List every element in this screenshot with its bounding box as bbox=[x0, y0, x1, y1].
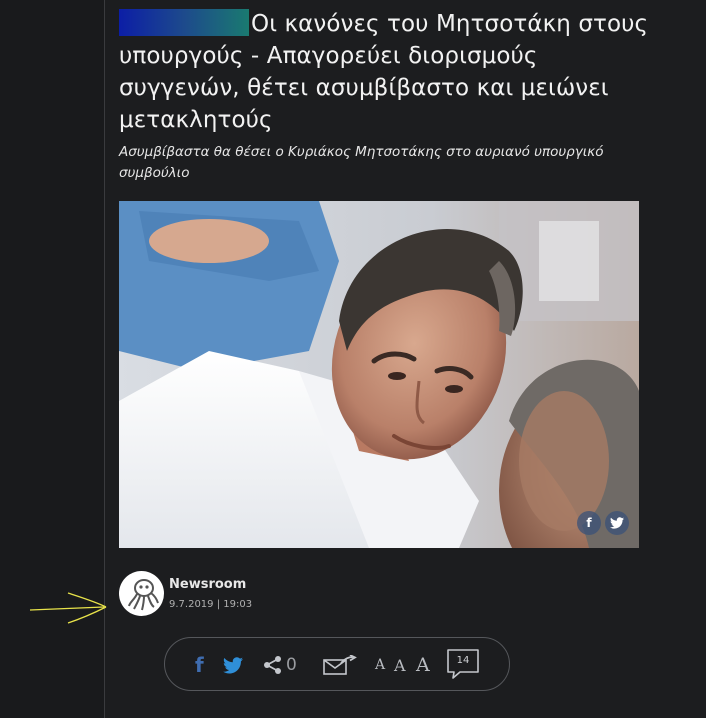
font-size-small-button[interactable]: A bbox=[375, 638, 385, 692]
twitter-bird-glyph bbox=[223, 656, 243, 673]
publish-date: 9.7.2019 | 19:03 bbox=[169, 599, 253, 610]
share-button[interactable]: 0 bbox=[263, 638, 297, 692]
article-photo[interactable]: f bbox=[119, 201, 639, 548]
author-name[interactable]: Newsroom bbox=[169, 576, 252, 594]
photo-share-buttons: f bbox=[577, 511, 629, 535]
octopus-avatar-icon bbox=[127, 578, 159, 610]
author-block: Newsroom 9.7.2019 | 19:03 bbox=[119, 571, 252, 616]
share-toolbar: f 0 A A A 14 bbox=[164, 637, 510, 691]
article-headline[interactable]: Οι κανόνες του Μητσοτάκη στους υπουργούς… bbox=[119, 8, 659, 136]
article-subtitle: Ασυμβίβαστα θα θέσει ο Κυριάκος Μητσοτάκ… bbox=[119, 144, 604, 181]
comments-button[interactable]: 14 bbox=[446, 648, 480, 680]
envelope-forward-icon bbox=[323, 655, 357, 675]
photo-facebook-share-icon[interactable]: f bbox=[577, 511, 601, 535]
redacted-category-label bbox=[119, 9, 249, 36]
page: Οι κανόνες του Μητσοτάκη στους υπουργούς… bbox=[0, 0, 706, 718]
photo-twitter-share-icon[interactable] bbox=[605, 511, 629, 535]
annotation-arrow-icon bbox=[29, 592, 107, 624]
share-count: 0 bbox=[286, 655, 297, 675]
font-size-large-button[interactable]: A bbox=[416, 638, 430, 692]
twitter-bird-icon bbox=[610, 517, 624, 529]
article-header: Οι κανόνες του Μητσοτάκη στους υπουργούς… bbox=[119, 8, 659, 184]
octopus-logo-icon[interactable] bbox=[119, 571, 164, 616]
comment-count: 14 bbox=[456, 654, 470, 666]
font-size-medium-button[interactable]: A bbox=[394, 638, 406, 692]
email-forward-icon[interactable] bbox=[323, 638, 357, 692]
twitter-icon[interactable] bbox=[223, 638, 243, 692]
photo-illustration bbox=[119, 201, 639, 548]
share-icon bbox=[264, 656, 281, 674]
facebook-icon[interactable]: f bbox=[195, 638, 204, 692]
author-meta: Newsroom 9.7.2019 | 19:03 bbox=[169, 576, 252, 613]
